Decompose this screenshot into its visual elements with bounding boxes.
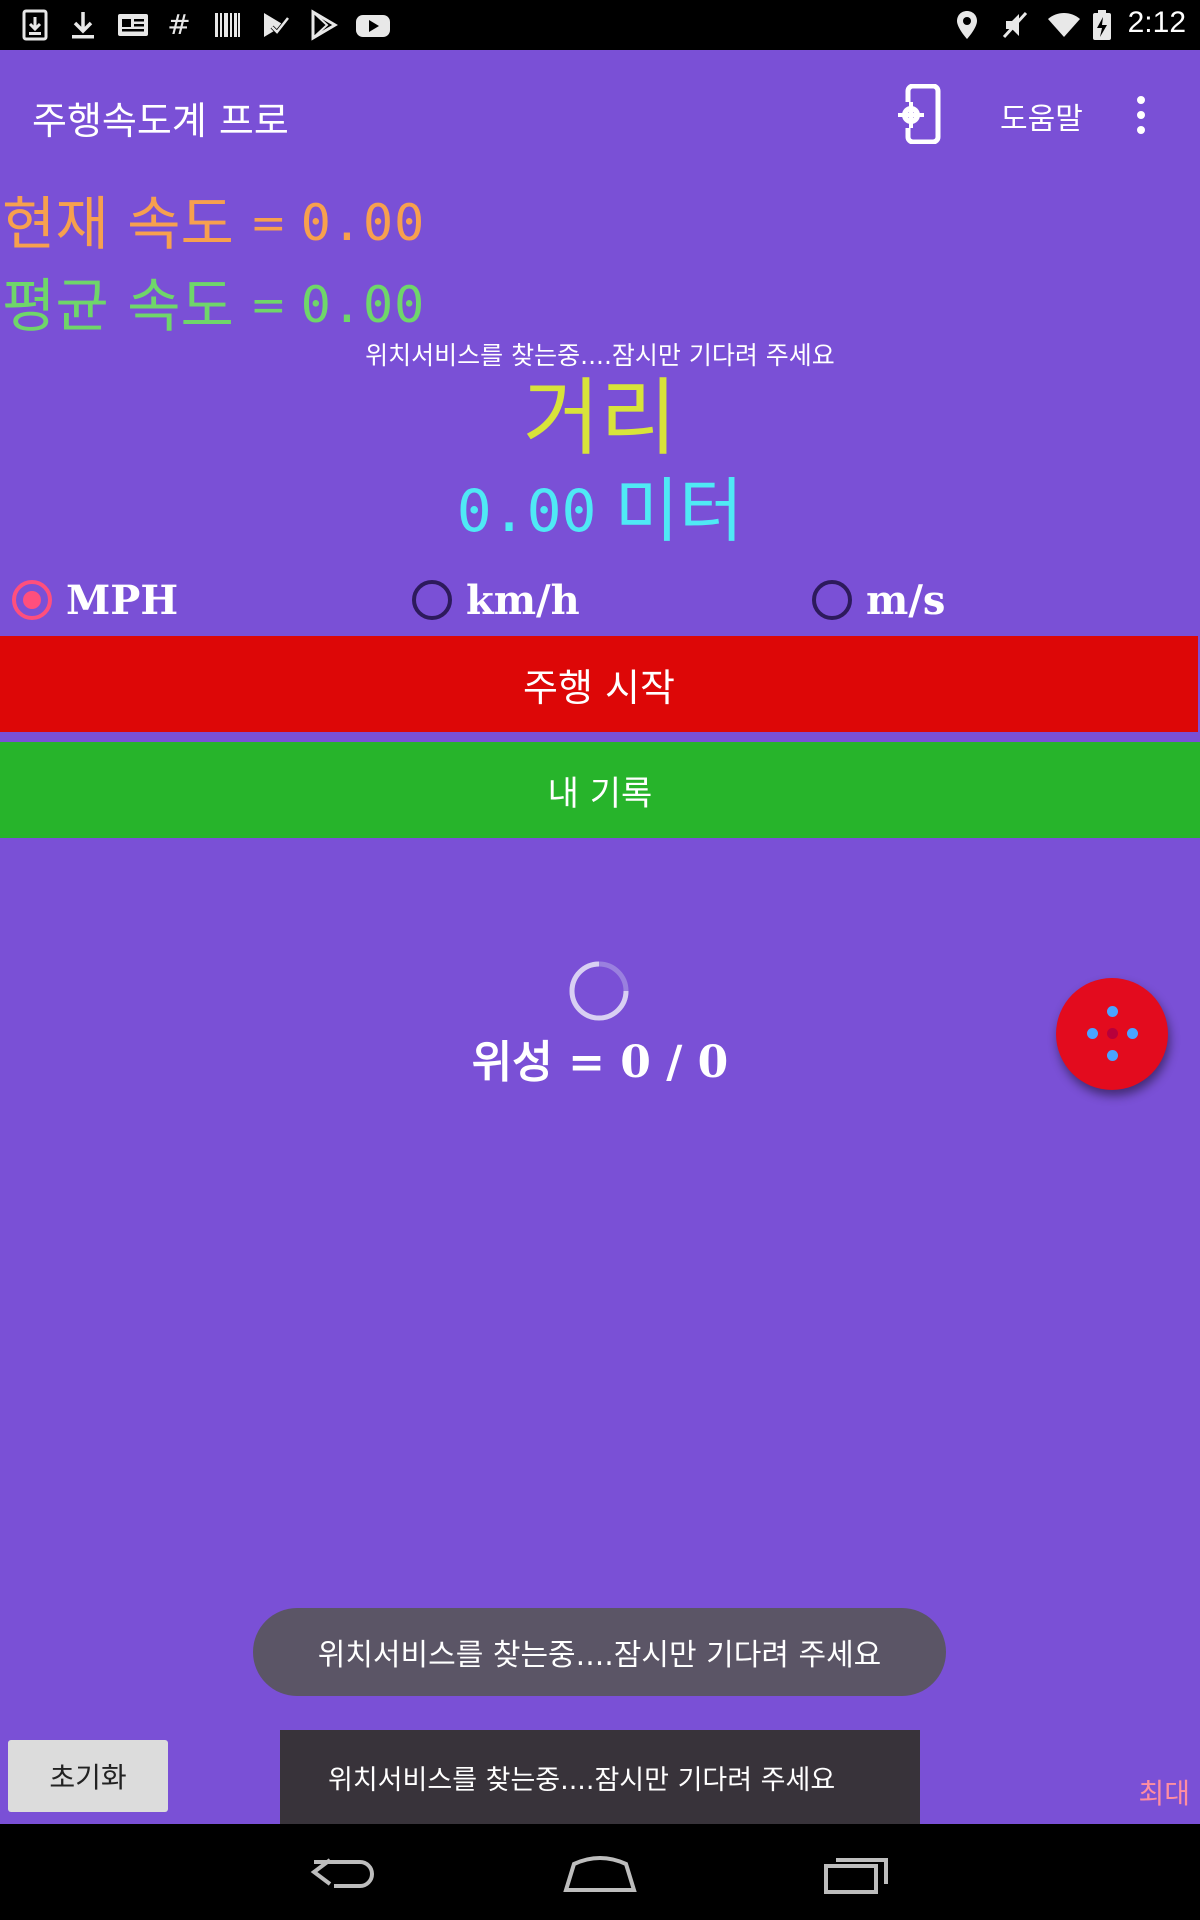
play-check-icon [260, 9, 290, 41]
fab-dot-icon [1107, 1050, 1118, 1061]
battery-charging-icon [1090, 9, 1114, 41]
radio-label-ms: m/s [866, 576, 946, 624]
floating-action-button[interactable] [1056, 978, 1168, 1090]
youtube-icon [354, 9, 392, 41]
fab-dot-icon [1087, 1028, 1098, 1039]
radio-mph[interactable]: MPH [12, 570, 178, 630]
current-speed-label: 현재 속도 [2, 190, 234, 258]
average-speed-label: 평균 속도 [2, 272, 234, 340]
app-title: 주행속도계 프로 [32, 99, 289, 143]
equals-sign: = [249, 280, 287, 331]
toast-message-box: 위치서비스를 찾는중....잠시만 기다려 주세요 [280, 1730, 920, 1824]
distance-value: 0.00 미터 [0, 470, 1200, 571]
location-icon [952, 9, 982, 41]
equals-sign: = [249, 198, 287, 249]
download-icon [68, 9, 98, 41]
distance-unit: 미터 [614, 470, 744, 552]
barcode-icon [212, 9, 242, 41]
radio-ms[interactable]: m/s [812, 570, 945, 630]
start-driving-button[interactable]: 주행 시작 [0, 636, 1198, 732]
distance-title: 거리 [522, 369, 678, 467]
overflow-menu-icon[interactable] [1126, 96, 1156, 136]
satellite-count: 위성 = 0 / 0 [471, 1037, 729, 1088]
status-time: 2:12 [1127, 6, 1186, 39]
radio-unchecked-icon[interactable] [412, 580, 452, 620]
current-speed-value: 0.00 [300, 194, 426, 252]
gps-status-text: 위치서비스를 찾는중....잠시만 기다려 주세요 [365, 341, 835, 370]
loading-spinner-icon [568, 960, 630, 1022]
radio-unchecked-icon[interactable] [812, 580, 852, 620]
fab-dot-icon [1127, 1028, 1138, 1039]
radio-checked-icon[interactable] [12, 580, 52, 620]
back-icon[interactable] [304, 1848, 384, 1898]
play-store-icon [308, 9, 338, 41]
recent-apps-icon[interactable] [816, 1848, 896, 1898]
status-bar: # 2:12 [0, 0, 1200, 50]
wifi-icon [1046, 9, 1082, 41]
help-button[interactable]: 도움말 [1000, 94, 1083, 138]
download-box-icon [20, 9, 50, 41]
toast-message: 위치서비스를 찾는중....잠시만 기다려 주세요 [253, 1608, 946, 1696]
average-speed-value: 0.00 [300, 276, 426, 334]
home-icon[interactable] [560, 1848, 640, 1898]
current-speed: 현재 속도 = 0.00 [2, 188, 425, 259]
hashtag-icon: # [167, 8, 191, 41]
fab-dot-icon [1107, 1028, 1118, 1039]
radio-kmh[interactable]: km/h [412, 570, 580, 630]
fab-dot-icon [1107, 1006, 1118, 1017]
average-speed: 평균 속도 = 0.00 [2, 270, 425, 341]
navigation-bar [0, 1824, 1200, 1920]
reset-button[interactable]: 초기화 [8, 1740, 168, 1812]
mute-icon [1000, 9, 1030, 41]
radio-label-kmh: km/h [466, 576, 580, 624]
max-label: 최대 [1138, 1777, 1190, 1810]
my-records-button[interactable]: 내 기록 [0, 742, 1200, 838]
newspaper-icon [116, 9, 150, 41]
distance-number: 0.00 [456, 477, 597, 545]
app-screen: 주행속도계 프로 도움말 현재 속도 = 0.00 평균 속도 = 0.00 위치서비스… [0, 50, 1200, 1824]
phone-settings-icon[interactable] [896, 83, 946, 145]
radio-label-mph: MPH [66, 576, 179, 624]
